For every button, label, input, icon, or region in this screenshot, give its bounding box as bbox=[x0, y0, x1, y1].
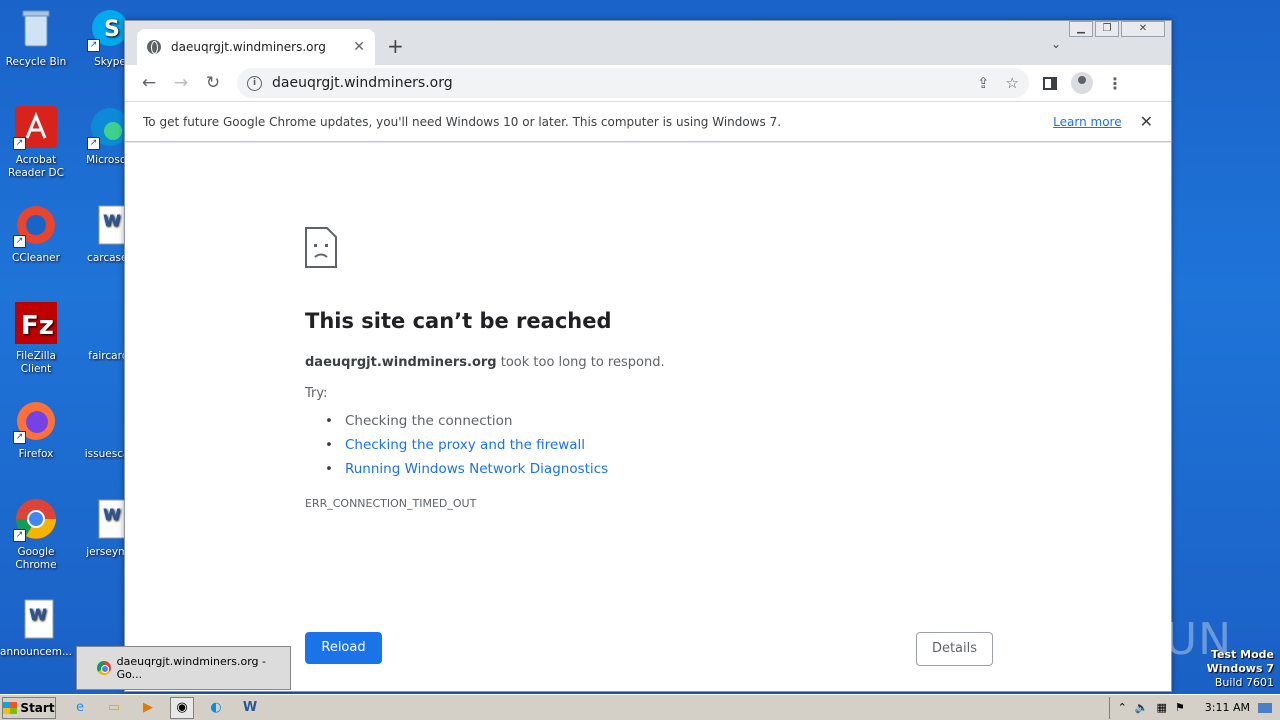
desktop-icon-label: Recycle Bin bbox=[5, 56, 67, 68]
tab-strip: daeuqrgjt.windminers.org ✕ + ⌄ bbox=[125, 21, 1171, 65]
side-panel-icon[interactable] bbox=[1043, 76, 1057, 90]
desktop-icon-label: announcem... bbox=[0, 646, 72, 658]
ie-taskbar-icon[interactable]: e bbox=[68, 697, 92, 719]
test-mode-line1: Test Mode bbox=[1211, 648, 1274, 661]
svg-text:W: W bbox=[103, 211, 121, 230]
tab-search-chevron-icon[interactable]: ⌄ bbox=[1051, 37, 1061, 51]
suggestion-check-connection: Checking the connection bbox=[325, 409, 608, 433]
start-label: Start bbox=[20, 700, 55, 715]
word-taskbar-icon[interactable]: W bbox=[238, 697, 262, 719]
desktop-icon-label: FileZilla Client bbox=[16, 350, 56, 375]
desktop-icon-ccleaner[interactable]: ↗ CCleaner bbox=[0, 202, 72, 265]
back-arrow-icon[interactable]: ← bbox=[133, 67, 165, 99]
desktop-icon-google-chrome[interactable]: ↗ Google Chrome bbox=[0, 496, 72, 572]
chrome-taskbar-icon[interactable]: ◉ bbox=[170, 696, 194, 719]
firefox-icon: ↗ bbox=[13, 398, 59, 444]
try-label: Try: bbox=[305, 386, 328, 401]
tab-title: daeuqrgjt.windminers.org bbox=[171, 40, 326, 54]
infobar-message: To get future Google Chrome updates, you… bbox=[143, 114, 782, 129]
desktop-icon-label: Google Chrome bbox=[15, 546, 57, 571]
suggestion-network-diagnostics-link[interactable]: Running Windows Network Diagnostics bbox=[325, 457, 608, 481]
tray-expand-icon[interactable]: ⌃ bbox=[1118, 701, 1127, 714]
word-document-icon: W bbox=[13, 596, 59, 642]
bookmark-star-icon[interactable]: ☆ bbox=[1006, 74, 1019, 92]
toolbar: ← → ↻ i daeuqrgjt.windminers.org ⇪ ☆ ⋮ bbox=[125, 65, 1171, 101]
desktop-icon-announcements[interactable]: W announcem... bbox=[0, 596, 72, 659]
desktop-icon-firefox[interactable]: ↗ Firefox bbox=[0, 398, 72, 461]
tab-active[interactable]: daeuqrgjt.windminers.org ✕ bbox=[137, 29, 375, 65]
windows-flag-icon bbox=[3, 701, 18, 714]
test-mode-line3: Build 7601 bbox=[1214, 676, 1274, 689]
volume-icon[interactable]: 🔈 bbox=[1135, 701, 1149, 714]
svg-text:Fz: Fz bbox=[21, 311, 54, 341]
desktop-icon-label: Acrobat Reader DC bbox=[8, 154, 64, 179]
error-description: daeuqrgjt.windminers.org took too long t… bbox=[305, 355, 665, 370]
test-mode-line2: Windows 7 bbox=[1206, 662, 1274, 675]
reload-button[interactable]: Reload bbox=[305, 632, 382, 664]
anyrun-watermark: ANY RUN bbox=[1025, 614, 1232, 665]
test-mode-notice: Test Mode Windows 7 Build 7601 bbox=[1207, 648, 1274, 690]
tab-close-icon[interactable]: ✕ bbox=[353, 39, 365, 55]
preview-title: daeuqrgjt.windminers.org - Go... bbox=[116, 655, 267, 681]
svg-text:W: W bbox=[103, 505, 121, 524]
site-info-icon[interactable]: i bbox=[247, 75, 262, 91]
start-button[interactable]: Start bbox=[2, 696, 56, 719]
error-desc-suffix: took too long to respond. bbox=[496, 355, 665, 370]
url-text: daeuqrgjt.windminers.org bbox=[272, 75, 453, 91]
suggestion-check-proxy-link[interactable]: Checking the proxy and the firewall bbox=[325, 433, 608, 457]
chrome-icon: ↗ bbox=[13, 496, 59, 542]
desktop-icon-recycle-bin[interactable]: Recycle Bin bbox=[0, 6, 72, 69]
reload-icon[interactable]: ↻ bbox=[197, 67, 229, 99]
system-tray: ⌃ 🔈 ▦ ⚑ 3:11 AM bbox=[1108, 696, 1280, 719]
svg-text:S: S bbox=[104, 17, 120, 42]
acrobat-icon: ↗ bbox=[13, 104, 59, 150]
clock[interactable]: 3:11 AM bbox=[1205, 701, 1250, 714]
svg-text:W: W bbox=[29, 605, 47, 624]
profile-avatar-icon[interactable] bbox=[1071, 72, 1093, 94]
recycle-bin-icon bbox=[13, 6, 59, 52]
details-button[interactable]: Details bbox=[916, 632, 993, 666]
globe-icon bbox=[147, 40, 161, 54]
error-code: ERR_CONNECTION_TIMED_OUT bbox=[305, 497, 477, 510]
desktop-icon-filezilla[interactable]: Fz FileZilla Client bbox=[0, 300, 72, 376]
suggestion-list: Checking the connection Checking the pro… bbox=[325, 409, 608, 481]
error-host: daeuqrgjt.windminers.org bbox=[305, 355, 497, 370]
forward-arrow-icon[interactable]: → bbox=[165, 67, 197, 99]
desktop-icon-acrobat[interactable]: ↗ Acrobat Reader DC bbox=[0, 104, 72, 180]
infobar-close-icon[interactable]: ✕ bbox=[1140, 112, 1153, 131]
new-tab-button[interactable]: + bbox=[387, 35, 404, 57]
chrome-icon bbox=[97, 661, 111, 675]
show-desktop-icon[interactable] bbox=[1258, 702, 1272, 713]
network-icon[interactable]: ▦ bbox=[1157, 701, 1167, 714]
taskbar-window-preview[interactable]: daeuqrgjt.windminers.org - Go... bbox=[76, 646, 291, 690]
flag-icon[interactable]: ⚑ bbox=[1175, 701, 1185, 714]
page-content: This site can’t be reached daeuqrgjt.win… bbox=[125, 143, 1171, 691]
filezilla-icon: Fz bbox=[13, 300, 59, 346]
edge-taskbar-icon[interactable]: ◐ bbox=[204, 697, 228, 719]
media-player-taskbar-icon[interactable]: ▶ bbox=[136, 697, 160, 719]
kebab-menu-icon[interactable]: ⋮ bbox=[1107, 74, 1123, 93]
sad-page-icon bbox=[305, 227, 337, 268]
desktop-icon-label: CCleaner bbox=[12, 252, 60, 264]
desktop-icon-label: Firefox bbox=[18, 448, 54, 460]
update-infobar: To get future Google Chrome updates, you… bbox=[125, 101, 1171, 142]
taskbar: Start e ▭ ▶ ◉ ◐ W ⌃ 🔈 ▦ ⚑ 3:11 AM bbox=[0, 694, 1280, 720]
explorer-taskbar-icon[interactable]: ▭ bbox=[102, 697, 126, 719]
desktop-icon-label: Skype bbox=[94, 56, 126, 68]
ccleaner-icon: ↗ bbox=[13, 202, 59, 248]
share-icon[interactable]: ⇪ bbox=[977, 74, 990, 92]
address-bar[interactable]: i daeuqrgjt.windminers.org ⇪ ☆ bbox=[237, 68, 1029, 98]
chrome-window: ▁ ❐ ✕ daeuqrgjt.windminers.org ✕ + ⌄ ← →… bbox=[124, 20, 1172, 692]
learn-more-link[interactable]: Learn more bbox=[1053, 115, 1121, 129]
error-title: This site can’t be reached bbox=[305, 309, 612, 333]
